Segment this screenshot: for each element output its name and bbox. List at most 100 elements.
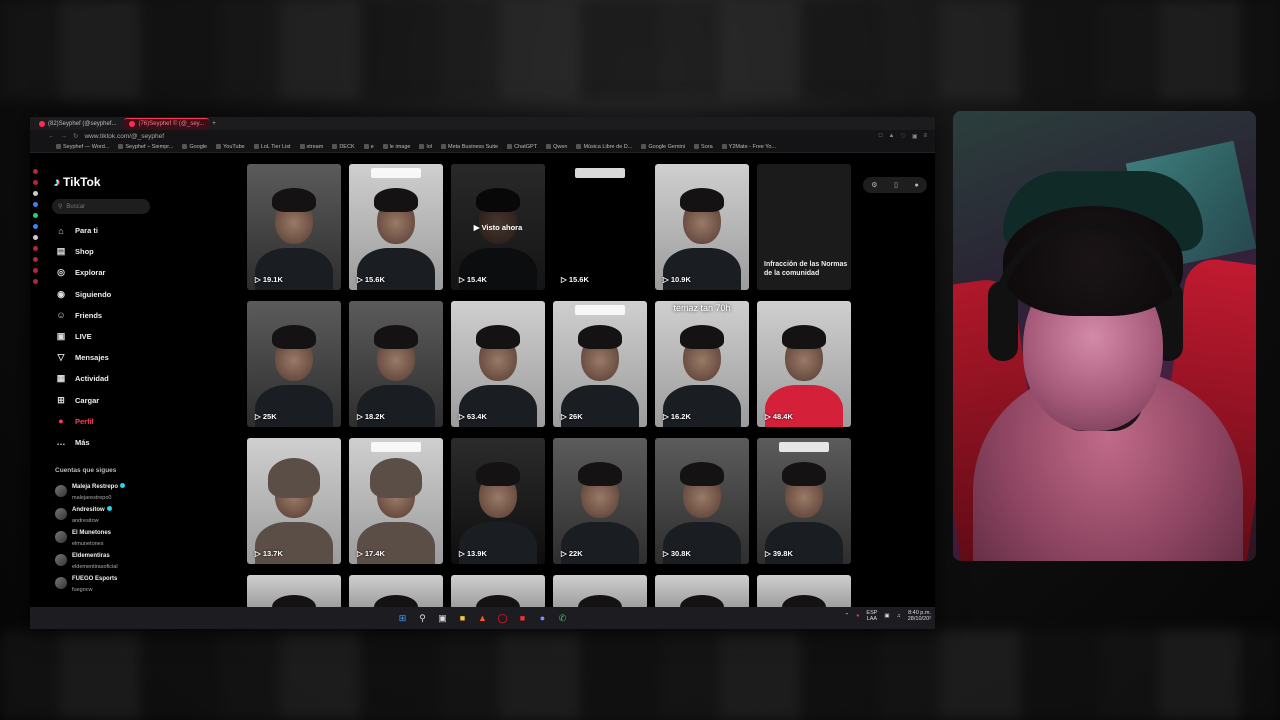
sidebar-app-icon[interactable] (32, 180, 38, 185)
whatsapp-icon[interactable]: ✆ (557, 613, 568, 624)
share-icon[interactable]: ▲ (888, 133, 894, 140)
app-icon[interactable]: ● (537, 613, 548, 624)
nav-item-para-ti[interactable]: ⌂ Para ti (48, 220, 208, 241)
x-icon[interactable] (32, 235, 38, 240)
nav-item-actividad[interactable]: ▦ Actividad (48, 368, 208, 389)
video-thumbnail-partial[interactable] (247, 575, 341, 609)
back-icon[interactable]: ← (48, 133, 55, 140)
bookmark-item[interactable]: le image (382, 144, 410, 150)
video-thumbnail[interactable]: ▷ 18.2K (349, 301, 443, 427)
video-thumbnail-partial[interactable] (451, 575, 545, 609)
sidebar-app-icon[interactable] (32, 279, 38, 284)
nav-item-friends[interactable]: ☺ Friends (48, 305, 208, 326)
bookmark-item[interactable]: Y2Mate - Free Yo... (721, 144, 776, 150)
new-tab-icon[interactable]: + (212, 121, 216, 127)
nav-item-siguiendo[interactable]: ◉ Siguiendo (48, 284, 208, 305)
url-text[interactable]: www.tiktok.com/@_seyphef (84, 133, 164, 140)
video-thumbnail[interactable]: temaz tan 70h ▷ 16.2K (655, 301, 749, 427)
video-thumbnail[interactable]: ▷ 25K (247, 301, 341, 427)
windows-start-icon[interactable]: ⊞ (397, 613, 408, 624)
app-icon[interactable]: ■ (517, 613, 528, 624)
video-thumbnail[interactable]: ▷ 13.9K (451, 438, 545, 564)
network-icon[interactable]: ▣ (884, 613, 889, 619)
wallet-icon[interactable]: ▣ (912, 133, 918, 140)
nav-item-m-s[interactable]: … Más (48, 432, 208, 453)
avatar[interactable]: ● (914, 182, 918, 189)
video-thumbnail[interactable]: ▷ 30.8K (655, 438, 749, 564)
video-thumbnail[interactable]: ▷ 17.4K (349, 438, 443, 564)
following-account[interactable]: El Munetones elmunetones (48, 525, 208, 548)
bookmark-item[interactable]: stream (299, 144, 323, 150)
video-thumbnail[interactable]: ▷ 15.6K (349, 164, 443, 290)
opera-icon[interactable]: ◯ (497, 613, 508, 624)
video-thumbnail[interactable]: ▷ 48.4K (757, 301, 851, 427)
settings-icon[interactable]: ⚙ (871, 181, 877, 189)
browser-tab[interactable]: (82)Seyphef (@seyphef... (34, 118, 121, 129)
microphone-icon[interactable]: ● (856, 613, 859, 619)
menu-icon[interactable]: ≡ (923, 133, 927, 140)
video-thumbnail[interactable]: ▷ 13.7K (247, 438, 341, 564)
bookmark-item[interactable]: Google Gemini (641, 144, 685, 150)
bookmark-item[interactable]: LoL Tier List (253, 144, 291, 150)
video-thumbnail[interactable]: ▷ 22K (553, 438, 647, 564)
device-icon[interactable]: ▯ (894, 181, 898, 189)
reload-icon[interactable]: ↻ (73, 132, 78, 140)
video-thumbnail[interactable]: ▷ 15.6K (553, 164, 647, 290)
nav-item-shop[interactable]: ▤ Shop (48, 241, 208, 262)
search-icon[interactable]: ⚲ (417, 613, 428, 624)
bookmark-item[interactable]: Música Libre de D... (576, 144, 632, 150)
task-view-icon[interactable]: ▣ (437, 613, 448, 624)
bookmark-item[interactable]: lol (419, 144, 432, 150)
bookmark-item[interactable]: Sora (694, 144, 713, 150)
video-thumbnail-partial[interactable] (553, 575, 647, 609)
nav-item-perfil[interactable]: ● Perfil (48, 411, 208, 432)
brave-browser-icon[interactable]: ▲ (477, 613, 488, 624)
bookmark-item[interactable]: DECK (332, 144, 355, 150)
tiktok-logo[interactable]: ♪ TikTok (54, 175, 208, 189)
bookmark-item[interactable]: Meta Business Suite (440, 144, 498, 150)
browser-tab[interactable]: (76)Seyphef © (@_sey... (124, 118, 210, 129)
video-thumbnail[interactable]: ▷ 10.9K (655, 164, 749, 290)
following-account[interactable]: Eldementiras eldementirasoficial (48, 548, 208, 571)
nav-item-live[interactable]: ▣ LIVE (48, 326, 208, 347)
video-thumbnail[interactable]: ▶ Visto ahora ▷ 15.4K (451, 164, 545, 290)
video-thumbnail[interactable]: ▷ 63.4K (451, 301, 545, 427)
sidebar-app-icon[interactable] (32, 268, 38, 273)
file-explorer-icon[interactable]: ■ (457, 613, 468, 624)
bookmark-item[interactable]: YouTube (216, 144, 245, 150)
sidebar-app-icon[interactable] (32, 202, 38, 207)
bookmark-item[interactable]: ChatGPT (507, 144, 537, 150)
following-account[interactable]: FUEGO Esports fuegocw (48, 571, 208, 594)
nav-item-cargar[interactable]: ⊞ Cargar (48, 390, 208, 411)
video-removed-notice[interactable]: Infracción de las Normas de la comunidad (757, 164, 851, 290)
bookmark-item[interactable]: Seyphef – Siempr... (118, 144, 173, 150)
sidebar-app-icon[interactable] (32, 191, 38, 196)
search-input[interactable]: ⚲ Buscar (52, 199, 150, 214)
heart-icon[interactable]: ♡ (900, 133, 905, 140)
nav-item-mensajes[interactable]: ▽ Mensajes (48, 347, 208, 368)
volume-icon[interactable]: ♫ (897, 613, 901, 619)
sidebar-app-icon[interactable] (32, 257, 38, 262)
video-thumbnail-partial[interactable] (757, 575, 851, 609)
forward-icon[interactable]: → (61, 133, 68, 140)
video-thumbnail[interactable]: ▷ 26K (553, 301, 647, 427)
bookmark-item[interactable]: Qwen (546, 144, 567, 150)
bookmark-item[interactable]: e (363, 144, 374, 150)
nav-item-explorar[interactable]: ◎ Explorar (48, 262, 208, 283)
video-thumbnail-partial[interactable] (349, 575, 443, 609)
whatsapp-icon[interactable] (32, 213, 38, 218)
bookmark-item[interactable]: Google (182, 144, 207, 150)
sidebar-app-icon[interactable] (32, 246, 38, 251)
extension-icon[interactable]: □ (879, 133, 883, 140)
video-thumbnail-partial[interactable] (655, 575, 749, 609)
sidebar-app-icon[interactable] (32, 169, 38, 174)
language-indicator[interactable]: ESP LAA (866, 610, 877, 622)
bookmark-item[interactable]: Seyphef — Word... (56, 144, 109, 150)
following-account[interactable]: Andresitow andresitow (48, 502, 208, 525)
clock[interactable]: 8:40 p.m. 28/10/20² (908, 610, 931, 622)
address-bar[interactable]: ← → ↻ www.tiktok.com/@_seyphef □ ▲ ♡ ▣ ≡ (30, 130, 935, 142)
telegram-icon[interactable] (32, 224, 38, 229)
video-thumbnail[interactable]: ▷ 39.8K (757, 438, 851, 564)
following-account[interactable]: Maleja Restrepo malejarestrepo0 (48, 479, 208, 502)
video-thumbnail[interactable]: ▷ 19.1K (247, 164, 341, 290)
